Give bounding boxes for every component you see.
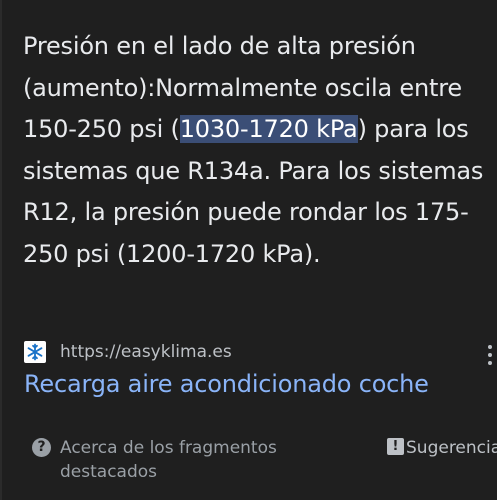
snowflake-icon (24, 341, 46, 363)
about-snippets-label: Acerca de los fragmentos destacados (60, 438, 277, 482)
source-row[interactable]: https://easyklima.es (24, 338, 232, 366)
more-options-icon[interactable] (488, 345, 494, 367)
featured-snippet-card: Presión en el lado de alta presión (aume… (0, 0, 497, 500)
snippet-highlight: 1030-1720 kPa (179, 115, 358, 143)
feedback-label: Sugerencia (406, 438, 497, 458)
snippet-text: Presión en el lado de alta presión (aume… (23, 26, 497, 275)
help-circle-icon: ? (32, 438, 51, 457)
result-title-link[interactable]: Recarga aire acondicionado coche (24, 370, 429, 398)
source-url[interactable]: https://easyklima.es (60, 342, 232, 362)
feedback-icon: ! (387, 438, 404, 455)
about-snippets-button[interactable]: ? Acerca de los fragmentos destacados (32, 436, 320, 484)
feedback-button[interactable]: ! Sugerencia (387, 436, 497, 460)
